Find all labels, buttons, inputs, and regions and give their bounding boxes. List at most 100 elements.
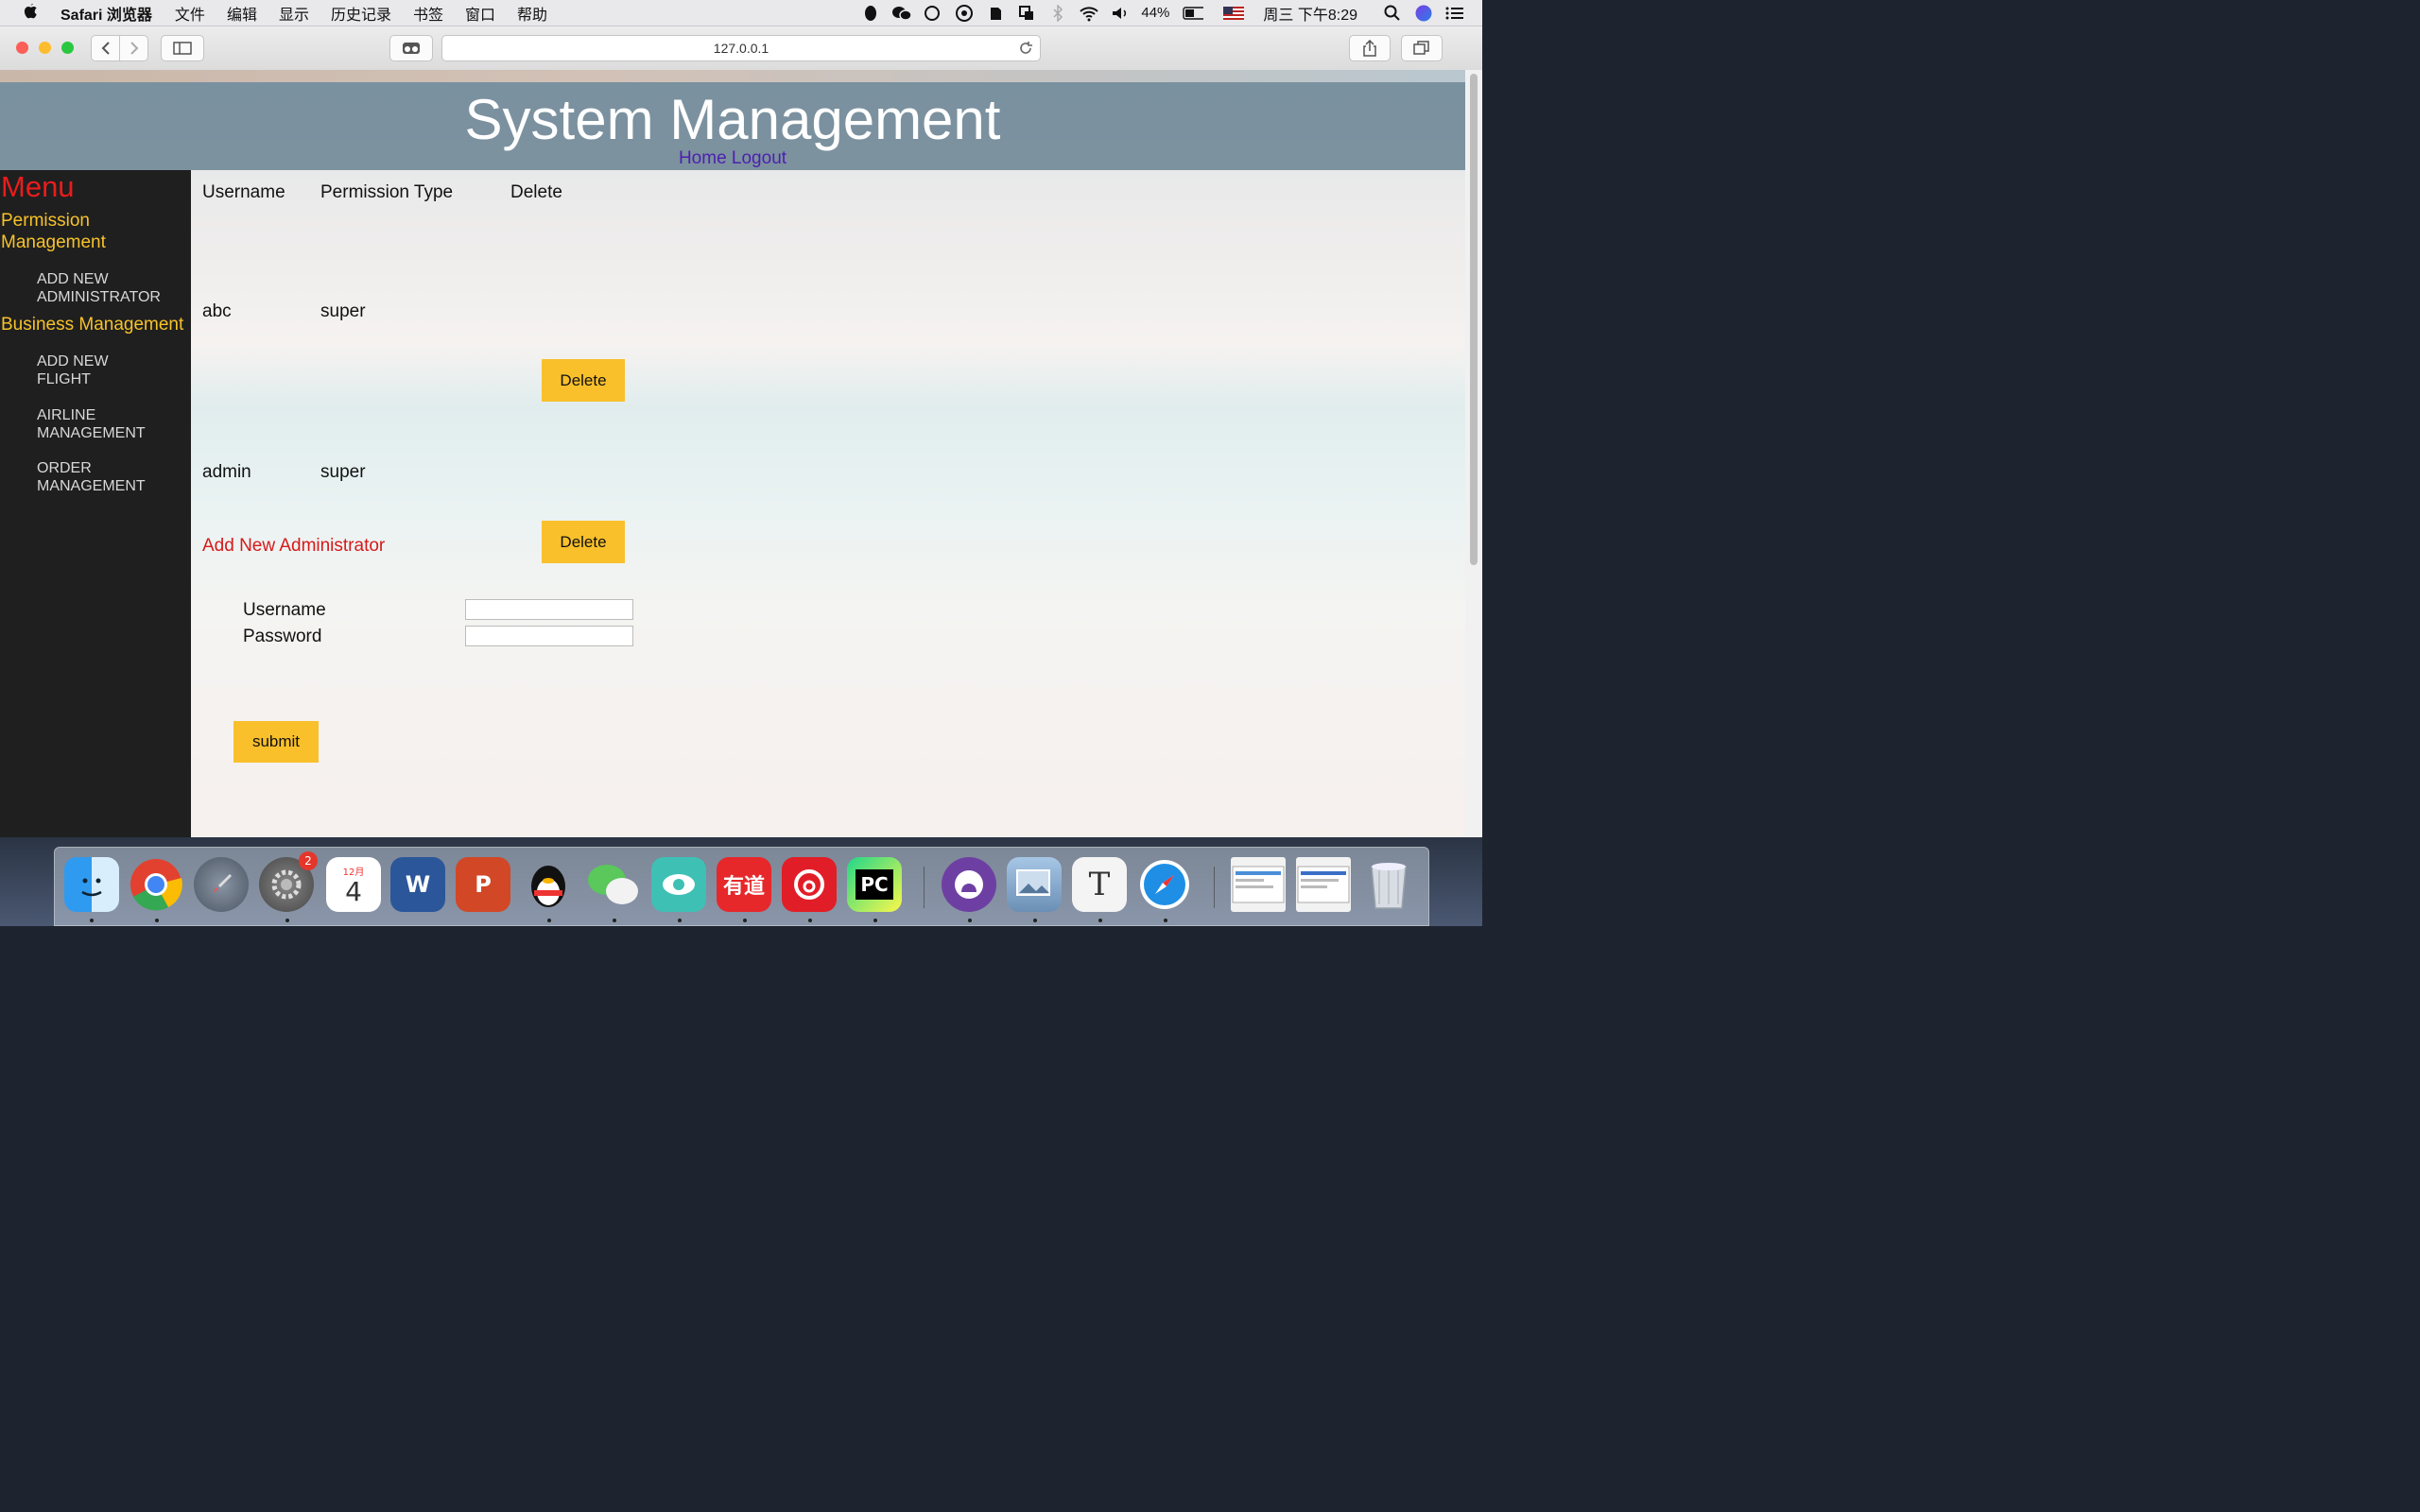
spotlight-search-icon[interactable] <box>1382 5 1403 22</box>
preview-running-indicator <box>1033 919 1037 922</box>
typora-icon[interactable]: T <box>1072 857 1127 912</box>
row-admin-username: admin <box>202 462 251 482</box>
preview-icon[interactable] <box>1007 857 1062 912</box>
system-preferences-gear-icon[interactable]: 2 <box>259 851 318 912</box>
address-bar[interactable]: 127.0.0.1 <box>441 35 1041 61</box>
notification-center-icon[interactable] <box>1444 5 1465 22</box>
minimized-window-thumbnail-2[interactable] <box>1296 857 1351 912</box>
siri-icon[interactable] <box>1413 5 1434 22</box>
page-header: System Management Home Logout <box>0 82 1465 170</box>
share-icon <box>1363 40 1376 57</box>
minimize-window-button[interactable] <box>39 42 51 54</box>
app-name-menu[interactable]: Safari 浏览器 <box>60 2 152 25</box>
sidebar-item-add-flight[interactable]: Add New Flight <box>37 352 131 388</box>
github-desktop-icon[interactable] <box>942 857 996 912</box>
browser-toolbar: 127.0.0.1 <box>0 26 1482 71</box>
evernote-tray-icon[interactable] <box>985 5 1006 22</box>
glasses-icon <box>403 43 420 54</box>
delete-abc-button[interactable]: Delete <box>542 359 625 402</box>
netease-music-icon[interactable] <box>782 857 837 912</box>
qq-icon[interactable] <box>521 857 576 912</box>
tabs-overview-icon <box>1413 41 1429 55</box>
eye-app-running-indicator <box>678 919 682 922</box>
apple-menu-icon[interactable] <box>23 2 43 24</box>
calendar-icon[interactable]: 12月 4 <box>326 857 381 912</box>
battery-icon[interactable] <box>1183 5 1204 22</box>
launchpad-rocket-icon[interactable] <box>194 857 249 912</box>
status-tray: 44% 周三 下午8:29 <box>860 0 1482 26</box>
sidebar-title: Menu <box>1 170 75 203</box>
battery-percent: 44% <box>1141 5 1170 21</box>
window-app-tray-icon[interactable] <box>1016 5 1037 22</box>
minimized-window-thumbnail-1[interactable] <box>1231 857 1286 912</box>
show-tabs-button[interactable] <box>1401 35 1443 61</box>
chrome-icon[interactable] <box>129 857 183 912</box>
close-window-button[interactable] <box>16 42 28 54</box>
finder-icon[interactable] <box>64 857 119 912</box>
wifi-icon[interactable] <box>1079 5 1099 22</box>
volume-icon[interactable] <box>1110 5 1131 22</box>
back-button[interactable] <box>91 35 120 61</box>
dock-separator-2 <box>1214 867 1215 908</box>
share-button[interactable] <box>1349 35 1391 61</box>
pycharm-icon[interactable]: PC <box>847 857 902 912</box>
menu-edit[interactable]: 编辑 <box>227 2 257 25</box>
menu-window[interactable]: 窗口 <box>465 2 495 25</box>
eye-app-icon[interactable] <box>651 857 706 912</box>
sidebar-menu: Menu Permission Management Add New Admin… <box>0 170 191 837</box>
search-app-tray-icon[interactable] <box>923 5 943 22</box>
bluetooth-icon[interactable] <box>1047 4 1068 22</box>
menu-history[interactable]: 历史记录 <box>331 2 391 25</box>
logout-link[interactable]: Logout <box>732 148 786 168</box>
qq-tray-icon[interactable] <box>860 5 881 22</box>
safari-running-indicator <box>1164 919 1167 922</box>
sidebar-heading-permission[interactable]: Permission Management <box>1 210 152 253</box>
pycharm-running-indicator <box>873 919 877 922</box>
reader-extension-button[interactable] <box>389 35 433 61</box>
menu-bar: Safari 浏览器 文件 编辑 显示 历史记录 书签 窗口 帮助 44% 周三… <box>0 0 1482 26</box>
preferences-running-indicator <box>285 919 289 922</box>
circle-app-tray-icon[interactable] <box>954 4 975 22</box>
safari-compass-icon[interactable] <box>1137 857 1192 912</box>
home-link[interactable]: Home <box>679 148 727 168</box>
delete-admin-button[interactable]: Delete <box>542 521 625 563</box>
row-abc-username: abc <box>202 301 232 321</box>
password-input[interactable] <box>465 626 633 646</box>
submit-button[interactable]: submit <box>233 721 319 763</box>
forward-button[interactable] <box>119 35 148 61</box>
calendar-day: 4 <box>345 875 362 907</box>
us-flag-input-icon[interactable] <box>1223 5 1245 22</box>
header-nav: Home Logout <box>0 148 1465 169</box>
sidebar-item-order-management[interactable]: Order Management <box>37 459 169 495</box>
menu-file[interactable]: 文件 <box>175 2 205 25</box>
youdao-dictionary-icon[interactable]: 有道 <box>717 857 771 912</box>
row-abc-permission: super <box>320 301 366 321</box>
menu-bookmarks[interactable]: 书签 <box>413 2 443 25</box>
finder-running-indicator <box>90 919 94 922</box>
add-admin-section-title: Add New Administrator <box>202 536 386 556</box>
wechat-tray-icon[interactable] <box>891 5 913 22</box>
github-running-indicator <box>968 919 972 922</box>
menu-help[interactable]: 帮助 <box>517 2 547 25</box>
page-title: System Management <box>464 88 1001 151</box>
zoom-window-button[interactable] <box>61 42 74 54</box>
reload-icon[interactable] <box>1018 41 1033 56</box>
wechat-icon[interactable] <box>586 857 641 912</box>
password-label: Password <box>243 627 322 646</box>
trash-icon[interactable] <box>1361 857 1416 912</box>
chevron-left-icon <box>101 42 110 55</box>
typora-running-indicator <box>1098 919 1102 922</box>
menubar-clock[interactable]: 周三 下午8:29 <box>1263 2 1357 25</box>
page-scrollbar-thumb[interactable] <box>1470 74 1478 565</box>
word-icon[interactable]: W <box>390 857 445 912</box>
sidebar-heading-business[interactable]: Business Management <box>1 314 192 335</box>
sidebar-item-add-administrator[interactable]: Add New Administrator <box>37 270 179 306</box>
url-text: 127.0.0.1 <box>713 41 769 56</box>
sidebar-item-airline-management[interactable]: Airline Management <box>37 406 169 442</box>
powerpoint-icon[interactable]: P <box>456 857 510 912</box>
sidebar-toggle-button[interactable] <box>161 35 204 61</box>
row-admin-permission: super <box>320 462 366 482</box>
username-input[interactable] <box>465 599 633 620</box>
column-header-permission-type: Permission Type <box>320 182 454 202</box>
menu-view[interactable]: 显示 <box>279 2 309 25</box>
